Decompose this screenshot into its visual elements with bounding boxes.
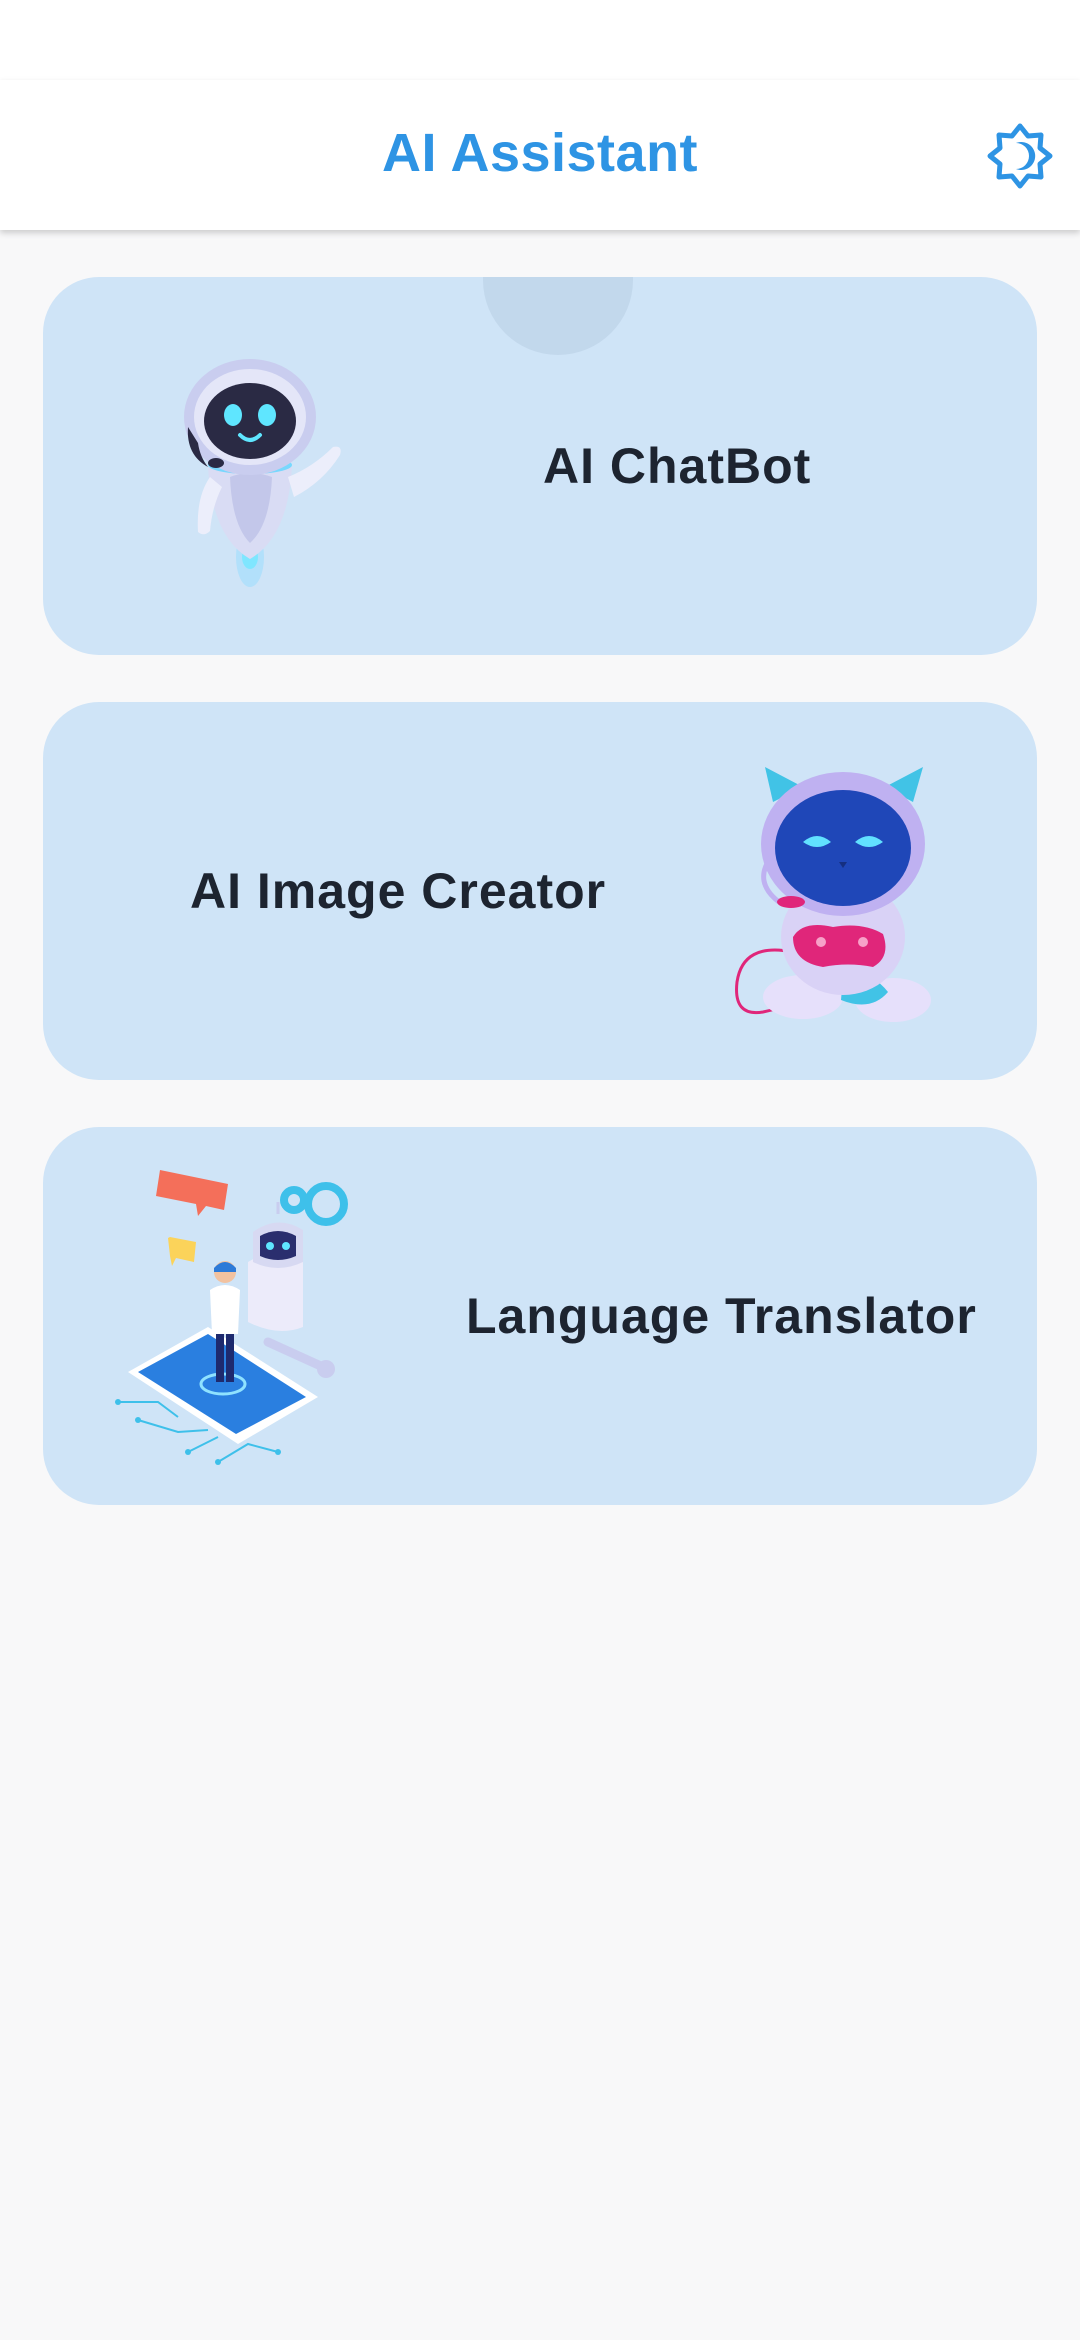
theme-toggle-button[interactable] — [982, 118, 1058, 194]
card-label-ai-chatbot: AI ChatBot — [543, 438, 812, 494]
page-title: AI Assistant — [381, 123, 699, 183]
card-label-ai-image-creator: AI Image Creator — [190, 863, 607, 919]
touch-ripple — [483, 277, 633, 355]
card-ai-chatbot[interactable]: AI ChatBot — [43, 277, 1037, 655]
app-screen: AI Assistant AI ChatBot AI Image Creator… — [0, 0, 1080, 2340]
card-label-language-translator: Language Translator — [466, 1288, 977, 1344]
status-bar — [0, 0, 1080, 80]
brightness-contrast-icon — [987, 123, 1053, 189]
floating-robot-icon — [184, 359, 341, 587]
app-bar: AI Assistant — [0, 80, 1080, 230]
card-language-translator[interactable]: Language Translator — [43, 1127, 1037, 1505]
gamer-robot-icon — [735, 767, 931, 1022]
card-ai-image-creator[interactable]: AI Image Creator — [43, 702, 1037, 1080]
bottom-inset — [0, 2330, 1080, 2340]
translator-robot-icon — [115, 1170, 348, 1465]
